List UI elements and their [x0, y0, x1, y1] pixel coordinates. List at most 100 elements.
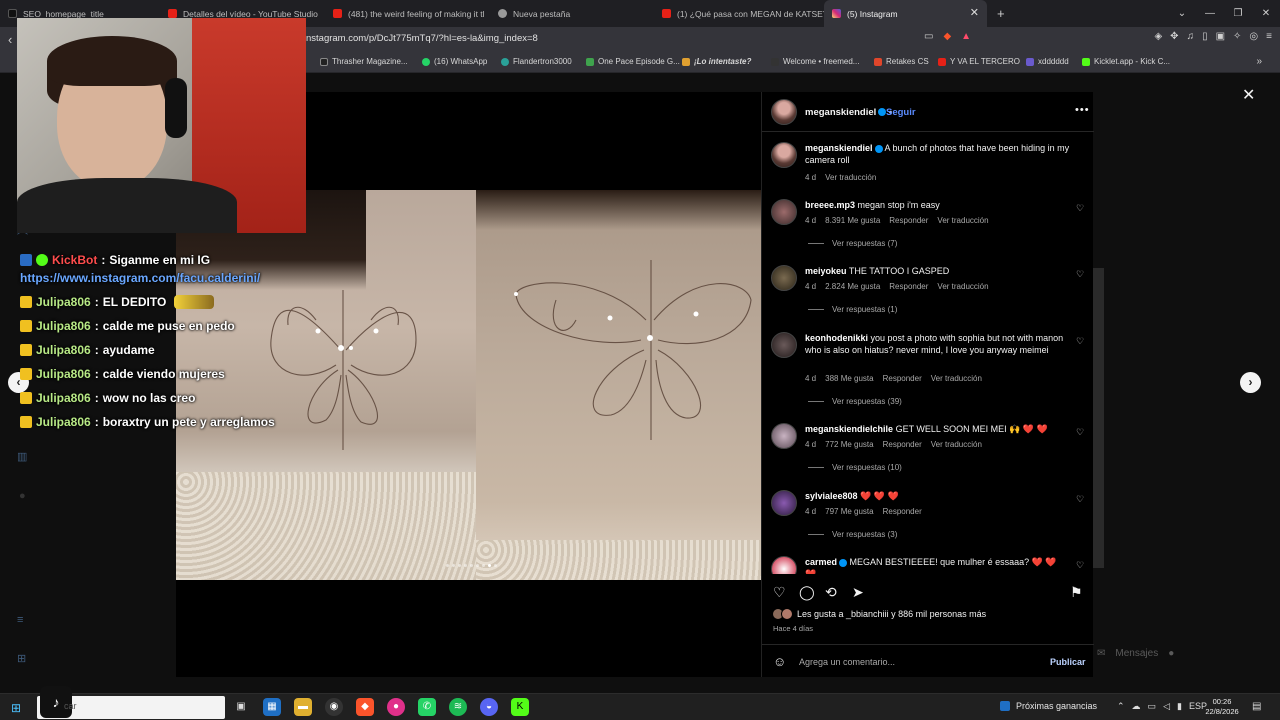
translate-link[interactable]: Ver traducción [937, 282, 988, 291]
cloud-icon[interactable]: ☁ [1132, 701, 1141, 712]
comment-user[interactable]: sylvialee808 [805, 491, 858, 501]
like-count[interactable]: 8.391 Me gusta [825, 216, 880, 225]
bookmark-icon[interactable]: ⚑ [1070, 584, 1083, 601]
view-replies[interactable]: Ver respuestas (10) [808, 463, 902, 472]
view-replies[interactable]: Ver respuestas (1) [808, 305, 897, 314]
close-window-button[interactable]: ✕ [1252, 8, 1280, 19]
chat-link[interactable]: https://www.instagram.com/facu.calderini… [20, 271, 260, 285]
reply-link[interactable]: Responder [889, 282, 928, 291]
reply-link[interactable]: Responder [889, 216, 928, 225]
repost-icon[interactable]: ⟲ [825, 584, 837, 601]
chevron-up-icon[interactable]: ⌃ [1117, 701, 1125, 712]
reply-link[interactable]: Responder [883, 374, 922, 383]
translate-link[interactable]: Ver traducción [931, 374, 982, 383]
emoji-icon[interactable]: ☺ [773, 654, 786, 669]
kick-icon[interactable]: K [511, 698, 529, 716]
like-heart-icon[interactable]: ♡ [1076, 494, 1084, 505]
like-heart-icon[interactable]: ♡ [1076, 427, 1084, 438]
tab-new[interactable]: Nueva pestaña [490, 0, 650, 27]
restore-button[interactable]: ❐ [1224, 8, 1252, 19]
chat-username[interactable]: Julipa806 [36, 295, 91, 309]
comment-user[interactable]: breeee.mp3 [805, 200, 855, 210]
comment-user[interactable]: meiyokeu [805, 266, 847, 276]
chat-username[interactable]: Julipa806 [36, 319, 91, 333]
folder-icon[interactable]: ▬ [294, 698, 312, 716]
shield-icon[interactable]: ◈ [1154, 31, 1162, 42]
comment-icon[interactable]: ◯ [799, 584, 815, 601]
network-icon[interactable]: ▭ [1148, 701, 1157, 712]
caption-author[interactable]: meganskiendiel [805, 143, 873, 153]
bookmark-item[interactable]: Y VA EL TERCERO [938, 57, 1020, 66]
avatar[interactable] [771, 99, 797, 125]
leo-icon[interactable]: ✧ [1233, 31, 1241, 42]
like-heart-icon[interactable]: ♡ [773, 584, 786, 601]
avatar[interactable] [771, 332, 797, 358]
tab-search-button[interactable]: ⌄ [1168, 8, 1196, 19]
bookmark-item[interactable]: Kicklet.app - Kick C... [1082, 57, 1170, 66]
news-widget[interactable]: Próximas ganancias [1000, 701, 1097, 711]
bookmark-item[interactable]: ¡Lo intentaste? [682, 57, 751, 66]
volume-icon[interactable]: ◁ [1163, 701, 1170, 712]
brave-shield-icon[interactable]: ◆ [943, 31, 951, 42]
translate-link[interactable]: Ver traducción [931, 440, 982, 449]
battery-icon[interactable]: ▮ [1177, 701, 1182, 712]
chat-username[interactable]: Julipa806 [36, 367, 91, 381]
avatar[interactable] [771, 265, 797, 291]
puzzle-icon[interactable]: ✥ [1170, 31, 1178, 42]
brave-icon[interactable]: ◆ [356, 698, 374, 716]
comment-user[interactable]: carmed [805, 557, 837, 567]
avatar[interactable] [771, 423, 797, 449]
chat-username[interactable]: Julipa806 [36, 343, 91, 357]
brave-rewards-icon[interactable]: ▲ [961, 31, 971, 42]
like-count[interactable]: 388 Me gusta [825, 374, 873, 383]
translate-link[interactable]: Ver traducción [825, 173, 876, 182]
translate-link[interactable]: Ver traducción [937, 216, 988, 225]
avatar[interactable] [771, 556, 797, 574]
url-field[interactable]: nstagram.com/p/DcJt775mTq7/?hl=es-la&img… [306, 33, 538, 44]
avatar[interactable] [771, 490, 797, 516]
bookmark-item[interactable]: Thrasher Magazine... [320, 57, 408, 66]
like-heart-icon[interactable]: ♡ [1076, 560, 1084, 571]
search-input[interactable]: car [64, 701, 77, 711]
next-post-button[interactable]: › [1240, 372, 1261, 393]
app-icon[interactable]: ● [387, 698, 405, 716]
chat-username[interactable]: Julipa806 [36, 391, 91, 405]
close-overlay-button[interactable]: ✕ [1242, 85, 1255, 105]
view-replies[interactable]: Ver respuestas (39) [808, 397, 902, 406]
reply-link[interactable]: Responder [883, 440, 922, 449]
messages-bubble[interactable]: ✉ Mensajes ● [1097, 648, 1174, 659]
like-heart-icon[interactable]: ♡ [1076, 203, 1084, 214]
tab-youtube-megan[interactable]: (1) ¿Qué pasa con MEGAN de KATSEYE [654, 0, 824, 27]
task-view-icon[interactable]: ▣ [232, 698, 250, 716]
windows-start-icon[interactable]: ⊞ [11, 701, 21, 715]
avatar[interactable] [771, 142, 797, 168]
comment-input[interactable]: Agrega un comentario... [799, 657, 895, 667]
spotify-icon[interactable]: ≋ [449, 698, 467, 716]
follow-button[interactable]: Seguir [886, 107, 916, 118]
obs-icon[interactable]: ◉ [325, 698, 343, 716]
comment-user[interactable]: meganskiendielchile [805, 424, 893, 434]
bookmark-item[interactable]: xdddddd [1026, 57, 1069, 66]
bookmark-item[interactable]: Retakes CS [874, 57, 929, 66]
like-count[interactable]: 797 Me gusta [825, 507, 873, 516]
author-username[interactable]: meganskiendiel • [805, 107, 892, 118]
cast-icon[interactable]: ▭ [924, 31, 933, 42]
widgets-icon[interactable]: ▦ [263, 698, 281, 716]
chat-username[interactable]: KickBot [52, 253, 97, 267]
like-count[interactable]: 2.824 Me gusta [825, 282, 880, 291]
avatar[interactable] [771, 199, 797, 225]
discord-icon[interactable]: ◒ [480, 698, 498, 716]
like-heart-icon[interactable]: ♡ [1076, 269, 1084, 280]
bookmark-item[interactable]: One Pace Episode G... [586, 57, 680, 66]
bookmark-item[interactable]: Flandertron3000 [501, 57, 572, 66]
view-replies[interactable]: Ver respuestas (3) [808, 530, 897, 539]
publish-button[interactable]: Publicar [1050, 657, 1086, 667]
share-icon[interactable]: ➤ [852, 584, 864, 601]
back-icon[interactable]: ‹ [8, 32, 12, 47]
wallet-icon[interactable]: ▣ [1216, 31, 1225, 42]
whatsapp-icon[interactable]: ✆ [418, 698, 436, 716]
close-tab-icon[interactable]: ✕ [970, 8, 979, 19]
new-tab-button[interactable]: + [997, 6, 1005, 21]
notification-icon[interactable]: ▤ [1252, 701, 1261, 712]
comment-user[interactable]: keonhodenikki [805, 333, 868, 343]
